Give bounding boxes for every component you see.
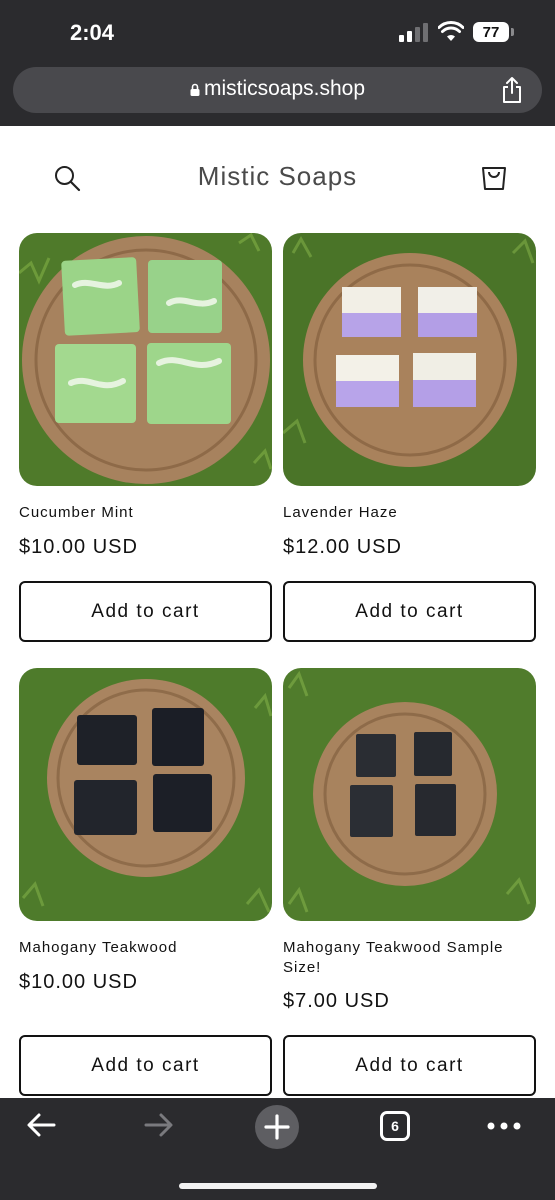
battery-icon: 77	[473, 22, 514, 42]
product-card: Lavender Haze $12.00 USD Add to cart	[283, 233, 536, 642]
browser-bottom-toolbar: 6	[0, 1098, 555, 1200]
wifi-icon	[438, 21, 464, 41]
cart-icon[interactable]	[479, 162, 509, 192]
share-icon[interactable]	[500, 76, 524, 104]
add-to-cart-button[interactable]: Add to cart	[19, 581, 272, 642]
product-name[interactable]: Cucumber Mint	[19, 503, 134, 523]
product-name[interactable]: Lavender Haze	[283, 503, 398, 523]
back-arrow-icon[interactable]	[26, 1112, 56, 1138]
product-name[interactable]: Mahogany Teakwood Sample Size!	[283, 938, 536, 978]
tab-switcher-button[interactable]: 6	[380, 1111, 410, 1141]
product-price: $12.00 USD	[283, 536, 402, 558]
more-options-icon[interactable]	[487, 1122, 521, 1130]
add-to-cart-button[interactable]: Add to cart	[19, 1035, 272, 1096]
store-title[interactable]: Mistic Soaps	[0, 161, 555, 192]
store-header: Mistic Soaps	[0, 126, 555, 230]
new-tab-button[interactable]	[255, 1105, 299, 1149]
home-indicator[interactable]	[179, 1183, 377, 1189]
product-image[interactable]	[283, 668, 536, 921]
product-price: $10.00 USD	[19, 971, 138, 993]
url-text: misticsoaps.shop	[203, 77, 366, 100]
lock-icon	[190, 83, 200, 96]
browser-top-bar: 2:04 77 misticsoaps.shop	[0, 0, 555, 126]
cellular-signal-icon	[399, 22, 429, 42]
product-image[interactable]	[19, 668, 272, 921]
product-image[interactable]	[283, 233, 536, 486]
product-card: Mahogany Teakwood Sample Size! $7.00 USD…	[283, 668, 536, 1096]
product-image[interactable]	[19, 233, 272, 486]
product-price: $10.00 USD	[19, 536, 138, 558]
product-price: $7.00 USD	[283, 990, 390, 1012]
add-to-cart-button[interactable]: Add to cart	[283, 1035, 536, 1096]
add-to-cart-button[interactable]: Add to cart	[283, 581, 536, 642]
forward-arrow-icon[interactable]	[144, 1112, 174, 1138]
address-bar[interactable]: misticsoaps.shop	[13, 67, 542, 113]
status-time: 2:04	[70, 20, 115, 45]
plus-icon	[264, 1114, 290, 1140]
product-name[interactable]: Mahogany Teakwood	[19, 938, 178, 958]
product-card: Mahogany Teakwood $10.00 USD Add to cart	[19, 668, 272, 1096]
product-card: Cucumber Mint $10.00 USD Add to cart	[19, 233, 272, 642]
